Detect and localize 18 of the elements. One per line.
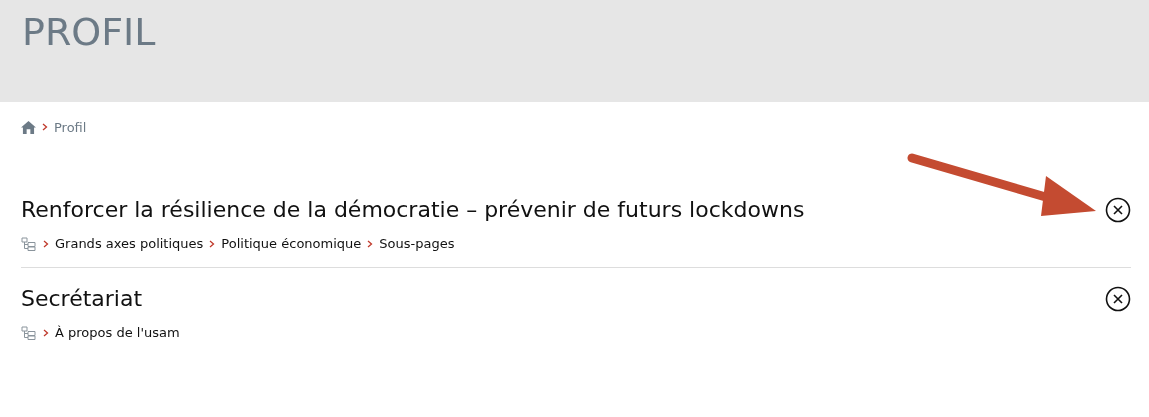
sitemap-icon <box>21 236 37 251</box>
chevron-icon <box>42 123 48 131</box>
breadcrumb-link[interactable]: Profil <box>54 119 87 135</box>
chevron-icon <box>43 239 49 248</box>
chevron-icon <box>209 239 216 248</box>
home-icon[interactable] <box>21 120 36 134</box>
close-icon[interactable] <box>1105 286 1131 312</box>
chevron-icon <box>367 239 374 248</box>
chevron-icon <box>43 328 49 337</box>
page-title: PROFIL <box>22 9 157 56</box>
close-icon[interactable] <box>1105 197 1131 223</box>
sitemap-icon <box>21 325 37 340</box>
path-link[interactable]: À propos de l'usam <box>55 325 180 340</box>
path-link[interactable]: Sous-pages <box>379 236 455 251</box>
path-link[interactable]: Grands axes politiques <box>55 236 204 251</box>
item-title[interactable]: Secrétariat <box>21 283 143 315</box>
path-link[interactable]: Politique économique <box>221 236 362 251</box>
item-title[interactable]: Renforcer la résilience de la démocratie – prévenir de futurs lockdowns <box>21 194 805 226</box>
